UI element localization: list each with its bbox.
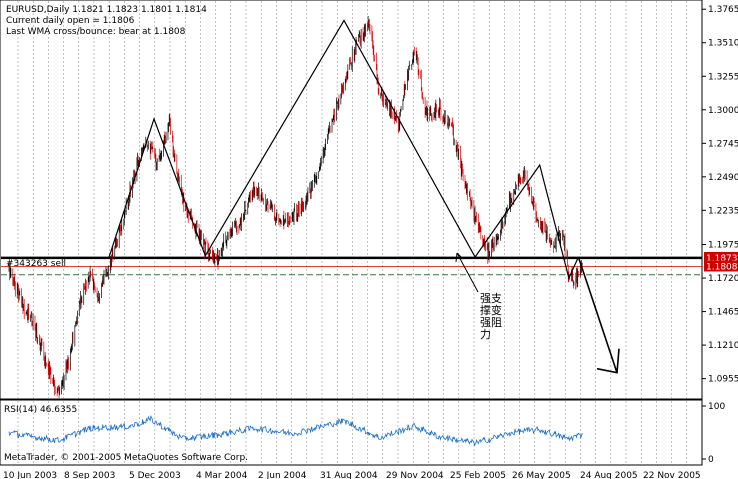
annotation-line-4: 力 — [480, 328, 491, 341]
info-line-wma: Last WMA cross/bounce: bear at 1.1808 — [6, 27, 186, 37]
x-tick-label: 25 Feb 2005 — [450, 471, 506, 479]
x-tick-label: 24 Aug 2005 — [580, 471, 638, 479]
info-line-open: Current daily open = 1.1806 — [6, 16, 135, 26]
time-axis: 10 Jun 2003 8 Sep 2003 5 Dec 2003 4 Mar 200… — [3, 471, 701, 479]
price-panel-frame — [0, 0, 703, 400]
symbol-line: EURUSD,Daily 1.1821 1.1823 1.1801 1.1814 — [6, 5, 207, 15]
y-tick-label: 1.1720 — [708, 274, 738, 284]
annotation-line-2: 撑变 — [480, 303, 502, 317]
y-tick-label: 1.2235 — [708, 206, 738, 216]
x-tick-label: 31 Aug 2004 — [320, 471, 378, 479]
x-tick-label: 10 Jun 2003 — [3, 471, 57, 479]
x-tick-label: 8 Sep 2003 — [64, 471, 115, 479]
rsi-tick-label: 0 — [708, 455, 714, 465]
footer-copyright: MetaTrader, © 2001-2005 MetaQuotes Softw… — [4, 453, 248, 463]
price-axis: 1.3765 1.3510 1.3255 1.3000 1.2745 1.2490 1.22… — [702, 5, 738, 465]
y-tick-label: 1.0955 — [708, 375, 738, 385]
chart-canvas: 1.18731.1808 1.37651.35101.32551.30001.2… — [0, 0, 738, 479]
x-tick-label: 2 Jun 2004 — [258, 471, 307, 479]
x-tick-label: 29 Nov 2004 — [386, 471, 444, 479]
rsi-tick-label: 100 — [708, 402, 725, 412]
y-tick-label: 1.1465 — [708, 308, 738, 318]
y-tick-label: 1.3765 — [708, 5, 738, 15]
y-tick-label: 1.2745 — [708, 139, 738, 149]
y-tick-label: 1.3000 — [708, 106, 738, 116]
level-label: 1.1808 — [706, 262, 738, 272]
y-tick-label: 1.3510 — [708, 39, 738, 49]
y-tick-label: 1.2490 — [708, 173, 738, 183]
x-tick-label: 4 Mar 2004 — [196, 471, 248, 479]
order-label: #343263 sell — [6, 259, 66, 269]
rsi-title: RSI(14) 46.6355 — [4, 405, 77, 415]
y-tick-label: 1.3255 — [708, 72, 738, 82]
y-tick-label: 1.1975 — [708, 241, 738, 251]
y-tick-label: 1.1210 — [708, 341, 738, 351]
x-tick-label: 5 Dec 2003 — [129, 471, 181, 479]
x-tick-label: 26 May 2005 — [512, 471, 571, 479]
x-tick-label: 22 Nov 2005 — [643, 471, 701, 479]
